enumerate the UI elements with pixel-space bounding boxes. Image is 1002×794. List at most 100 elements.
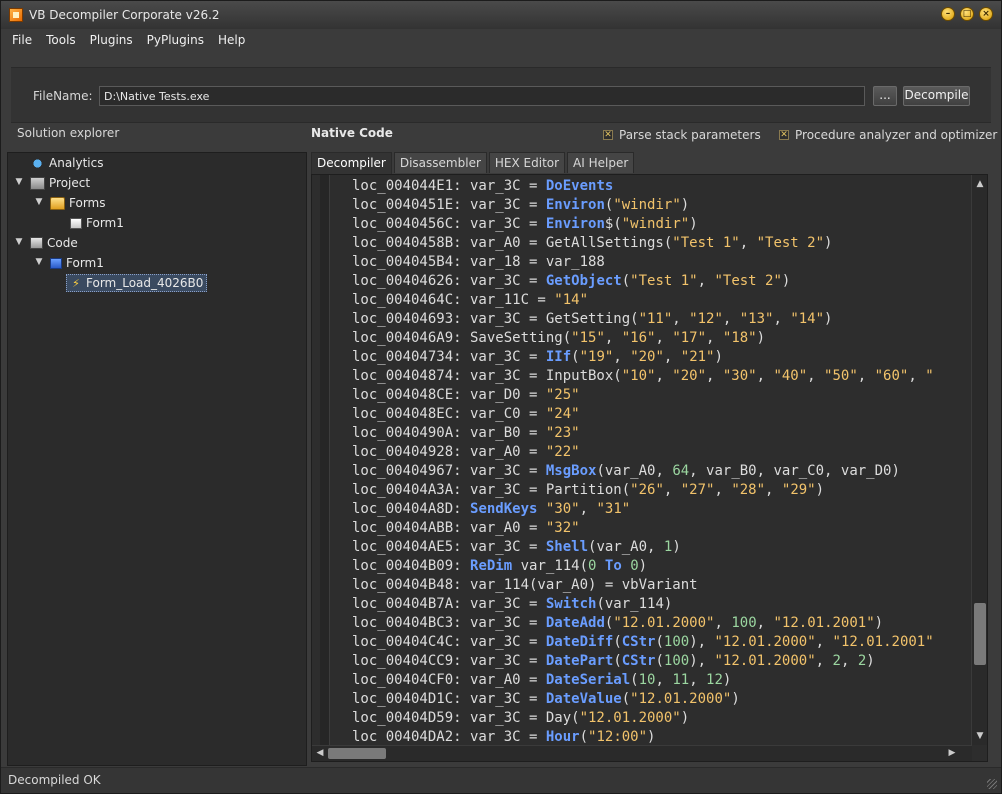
code-line[interactable]: loc_00404B7A: var_3C = Switch(var_114) [352, 595, 970, 614]
browse-button[interactable]: ... [873, 86, 897, 106]
tree-label: Form1 [86, 216, 124, 230]
scroll-down-icon[interactable]: ▼ [974, 730, 986, 742]
parse-stack-checkbox[interactable]: ✕ Parse stack parameters [603, 128, 761, 142]
tree-item-code-form1[interactable]: Form1 [50, 254, 104, 272]
menu-pyplugins[interactable]: PyPlugins [140, 33, 211, 47]
code-line[interactable]: loc_00404CC9: var_3C = DatePart(CStr(100… [352, 652, 970, 671]
menu-file[interactable]: File [5, 33, 39, 47]
tree-item-analytics[interactable]: Analytics [30, 154, 104, 172]
parse-stack-label: Parse stack parameters [619, 128, 761, 142]
code-line[interactable]: loc_004048CE: var_D0 = "25" [352, 386, 970, 405]
code-line[interactable]: loc_004044E1: var_3C = DoEvents [352, 177, 970, 196]
decompiled-code[interactable]: loc_004044E1: var_3C = DoEvents loc_00404… [352, 177, 970, 743]
code-icon [30, 237, 43, 249]
decompile-button[interactable]: Decompile [903, 86, 970, 106]
code-line[interactable]: loc_00404B09: ReDim var_114(0 To 0) [352, 557, 970, 576]
collapse-icon[interactable]: ▼ [34, 257, 44, 267]
code-line[interactable]: loc_004045B4: var_18 = var_188 [352, 253, 970, 272]
menu-help[interactable]: Help [211, 33, 252, 47]
checkbox-checked-icon[interactable]: ✕ [779, 130, 789, 140]
code-line[interactable]: loc_00404B48: var_114(var_A0) = vbVarian… [352, 576, 970, 595]
vertical-scroll-thumb[interactable] [974, 603, 986, 665]
form-icon [70, 217, 82, 229]
scroll-up-icon[interactable]: ▲ [974, 178, 986, 190]
code-line[interactable]: loc_00404BC3: var_3C = DateAdd("12.01.20… [352, 614, 970, 633]
code-line[interactable]: loc_00404D1C: var_3C = DateValue("12.01.… [352, 690, 970, 709]
native-code-label: Native Code [311, 126, 393, 140]
analytics-icon [30, 156, 45, 170]
code-line[interactable]: loc_0040464C: var_11C = "14" [352, 291, 970, 310]
tab-ai-helper[interactable]: AI Helper [567, 152, 635, 173]
collapse-icon[interactable]: ▼ [14, 177, 24, 187]
menu-plugins[interactable]: Plugins [83, 33, 140, 47]
code-line[interactable]: loc_00404A3A: var_3C = Partition("26", "… [352, 481, 970, 500]
tree-item-form1[interactable]: Form1 [70, 214, 124, 232]
horizontal-scroll-thumb[interactable] [328, 748, 386, 759]
menu-tools[interactable]: Tools [39, 33, 83, 47]
code-line[interactable]: loc_00404ABB: var_A0 = "32" [352, 519, 970, 538]
code-line[interactable]: loc_00404967: var_3C = MsgBox(var_A0, 64… [352, 462, 970, 481]
code-line[interactable]: loc_00404874: var_3C = InputBox("10", "2… [352, 367, 970, 386]
status-text: Decompiled OK [8, 773, 101, 787]
project-icon [30, 176, 45, 190]
vertical-scrollbar[interactable]: ▲ ▼ [971, 175, 987, 745]
code-line[interactable]: loc_00404CF0: var_A0 = DateSerial(10, 11… [352, 671, 970, 690]
code-line[interactable]: loc_00404693: var_3C = GetSetting("11", … [352, 310, 970, 329]
tree-item-form-load[interactable]: ⚡ Form_Load_4026B0 [66, 274, 208, 292]
menu-bar: File Tools Plugins PyPlugins Help [1, 29, 1001, 51]
code-line[interactable]: loc_00404DA2: var_3C = Hour("12:00") [352, 728, 970, 743]
folder-icon [50, 196, 65, 210]
code-line[interactable]: loc_00404AE5: var_3C = Shell(var_A0, 1) [352, 538, 970, 557]
app-icon [9, 8, 23, 22]
form-icon [50, 257, 62, 269]
tree-label: Analytics [49, 156, 104, 170]
minimize-button[interactable]: – [941, 7, 955, 21]
tree-item-code[interactable]: Code [30, 234, 78, 252]
code-line[interactable]: loc_00404928: var_A0 = "22" [352, 443, 970, 462]
checkbox-checked-icon[interactable]: ✕ [603, 130, 613, 140]
title-bar[interactable]: VB Decompiler Corporate v26.2 – □ × [1, 1, 1001, 29]
procedure-analyzer-label: Procedure analyzer and optimizer [795, 128, 998, 142]
code-line[interactable]: loc_004046A9: SaveSetting("15", "16", "1… [352, 329, 970, 348]
tab-disassembler[interactable]: Disassembler [393, 152, 487, 173]
code-line[interactable]: loc_00404C4C: var_3C = DateDiff(CStr(100… [352, 633, 970, 652]
code-line[interactable]: loc_00404A8D: SendKeys "30", "31" [352, 500, 970, 519]
code-line[interactable]: loc_004048EC: var_C0 = "24" [352, 405, 970, 424]
code-line[interactable]: loc_0040490A: var_B0 = "23" [352, 424, 970, 443]
collapse-icon[interactable]: ▼ [34, 197, 44, 207]
code-gutter [320, 175, 330, 745]
window-title: VB Decompiler Corporate v26.2 [29, 8, 220, 22]
tree-label: Code [47, 236, 78, 250]
close-button[interactable]: × [979, 7, 993, 21]
code-line[interactable]: loc_00404626: var_3C = GetObject("Test 1… [352, 272, 970, 291]
status-bar: Decompiled OK [1, 767, 1001, 793]
horizontal-scrollbar[interactable]: ◀ ▶ [312, 745, 972, 761]
tree-label: Form_Load_4026B0 [86, 276, 204, 290]
tab-decompiler[interactable]: Decompiler [311, 152, 392, 174]
tree-item-forms[interactable]: Forms [50, 194, 105, 212]
code-line[interactable]: loc_0040458B: var_A0 = GetAllSettings("T… [352, 234, 970, 253]
editor-tabs: Decompiler Disassembler HEX Editor AI He… [311, 152, 635, 174]
filename-input[interactable] [99, 86, 865, 106]
resize-grip-icon[interactable] [987, 779, 997, 789]
tree-label: Project [49, 176, 91, 190]
lightning-icon: ⚡ [72, 276, 80, 290]
code-line[interactable]: loc_00404D59: var_3C = Day("12.01.2000") [352, 709, 970, 728]
code-editor[interactable]: loc_004044E1: var_3C = DoEvents loc_00404… [311, 174, 988, 762]
code-line[interactable]: loc_0040451E: var_3C = Environ("windir") [352, 196, 970, 215]
file-panel: FileName: ... Decompile [11, 67, 991, 123]
tree-label: Forms [69, 196, 106, 210]
maximize-button[interactable]: □ [960, 7, 974, 21]
collapse-icon[interactable]: ▼ [14, 237, 24, 247]
solution-tree: Analytics ▼ Project ▼ Forms Form1 ▼ Code… [7, 152, 307, 766]
code-line[interactable]: loc_00404734: var_3C = IIf("19", "20", "… [352, 348, 970, 367]
procedure-analyzer-checkbox[interactable]: ✕ Procedure analyzer and optimizer [779, 128, 997, 142]
tree-label: Form1 [66, 256, 104, 270]
filename-label: FileName: [33, 89, 93, 103]
scroll-left-icon[interactable]: ◀ [314, 747, 326, 759]
scroll-right-icon[interactable]: ▶ [946, 747, 958, 759]
tree-item-project[interactable]: Project [30, 174, 90, 192]
code-line[interactable]: loc_0040456C: var_3C = Environ$("windir"… [352, 215, 970, 234]
tab-hex-editor[interactable]: HEX Editor [488, 152, 566, 173]
main-window: VB Decompiler Corporate v26.2 – □ × File… [0, 0, 1002, 794]
